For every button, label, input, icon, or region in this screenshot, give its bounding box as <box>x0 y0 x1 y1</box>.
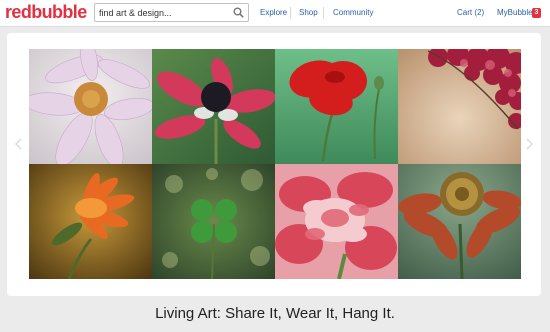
logo-red: red <box>5 2 32 22</box>
artwork-tile-red-poppy[interactable] <box>275 49 398 164</box>
artwork-tile-white-dahlia[interactable] <box>29 49 152 164</box>
orange-dahlia-photo <box>29 164 152 279</box>
nav-shop[interactable]: Shop <box>299 8 318 18</box>
site-tagline: Living Art: Share It, Wear It, Hang It. <box>155 305 395 322</box>
artwork-tile-pink-anemone[interactable] <box>152 49 275 164</box>
chevron-left-icon[interactable] <box>13 137 25 151</box>
artwork-tile-orange-dahlia[interactable] <box>29 164 152 279</box>
artwork-tile-helenium[interactable] <box>398 164 521 279</box>
chevron-right-icon[interactable] <box>523 137 535 151</box>
four-leaf-clover-photo <box>152 164 275 279</box>
nav-divider <box>323 7 324 19</box>
top-bar: redbubble Explore Shop Community Cart (2… <box>0 0 550 27</box>
pink-anemone-photo <box>152 49 275 164</box>
red-poppy-photo <box>275 49 398 164</box>
search-box <box>94 3 249 22</box>
pink-carnation-photo <box>275 164 398 279</box>
mybubble-link[interactable]: MyBubble <box>497 8 533 18</box>
artwork-tile-pink-blossom[interactable] <box>398 49 521 164</box>
notification-badge: 3 <box>532 8 541 18</box>
search-icon[interactable] <box>233 7 244 18</box>
search-input[interactable] <box>95 4 225 21</box>
nav-divider <box>290 7 291 19</box>
nav-community[interactable]: Community <box>333 8 373 18</box>
artwork-tile-clover[interactable] <box>152 164 275 279</box>
logo-bubble: bubble <box>31 2 87 22</box>
helenium-flower-photo <box>398 164 521 279</box>
nav-explore[interactable]: Explore <box>260 8 287 18</box>
pink-blossom-branch-photo <box>398 49 521 164</box>
cart-link[interactable]: Cart (2) <box>457 8 484 18</box>
white-dahlia-photo <box>29 49 152 164</box>
featured-gallery <box>7 33 541 296</box>
artwork-tile-pink-carnation[interactable] <box>275 164 398 279</box>
artwork-grid <box>29 49 521 279</box>
redbubble-logo[interactable]: redbubble <box>5 2 87 22</box>
